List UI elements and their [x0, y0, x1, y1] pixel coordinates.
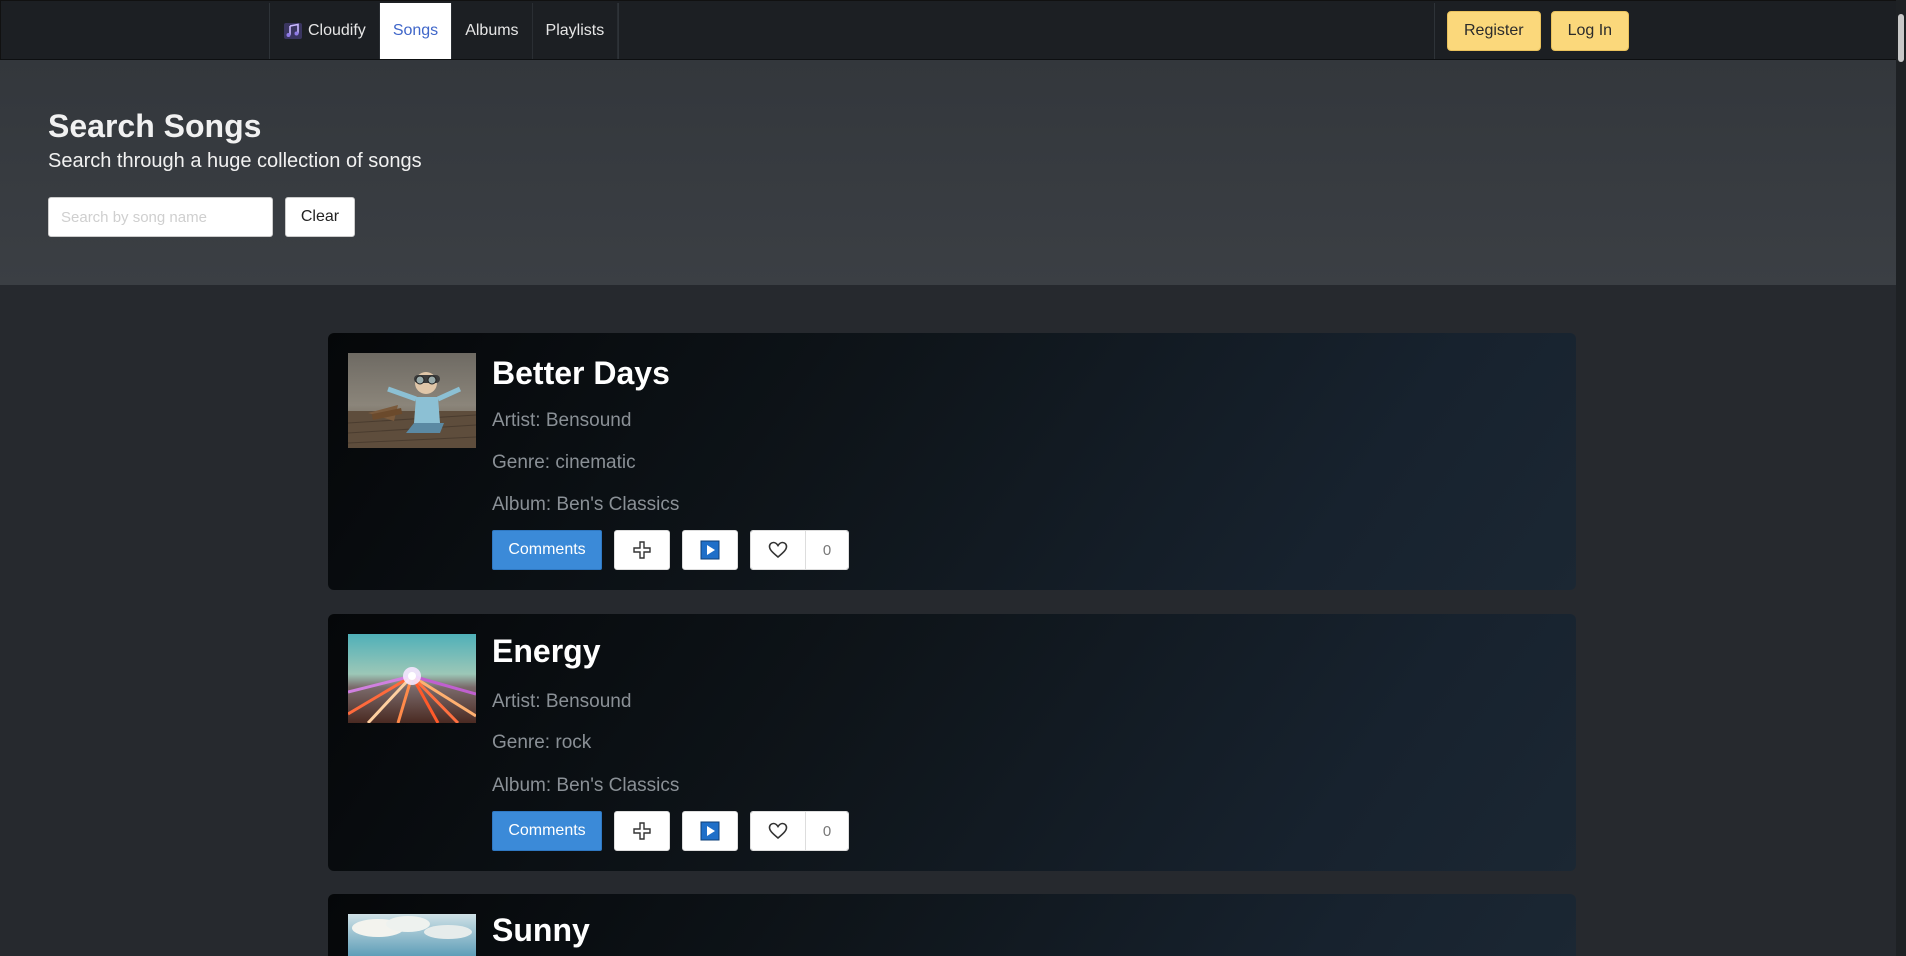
search-hero: Search Songs Search through a huge colle… [0, 60, 1906, 285]
play-icon [700, 821, 720, 841]
heart-icon [768, 822, 788, 840]
plus-icon [633, 822, 651, 840]
nav-links: Cloudify Songs Albums Playlists [269, 3, 620, 59]
song-title: Sunny [492, 912, 590, 948]
brand-label: Cloudify [308, 22, 366, 39]
page-scrollbar[interactable] [1896, 0, 1906, 956]
brand-link[interactable]: Cloudify [270, 3, 380, 59]
page-subtitle: Search through a huge collection of song… [48, 150, 422, 172]
like-control: 0 [750, 530, 849, 570]
song-cover-image [348, 353, 476, 448]
add-to-playlist-button[interactable] [614, 530, 670, 570]
song-artist: Artist: Bensound [492, 691, 632, 712]
song-actions: Comments 0 [492, 811, 849, 851]
like-count: 0 [806, 812, 848, 850]
search-input[interactable] [48, 197, 273, 237]
song-card: Energy Artist: Bensound Genre: rock Albu… [328, 614, 1576, 871]
song-album: Album: Ben's Classics [492, 775, 680, 796]
play-button[interactable] [682, 530, 738, 570]
song-genre: Genre: cinematic [492, 452, 636, 473]
song-artist: Artist: Bensound [492, 410, 632, 431]
like-control: 0 [750, 811, 849, 851]
heart-icon [768, 541, 788, 559]
song-title: Energy [492, 633, 601, 669]
music-note-icon [284, 23, 302, 39]
scrollbar-thumb[interactable] [1898, 14, 1904, 62]
comments-button[interactable]: Comments [492, 811, 602, 851]
page-title: Search Songs [48, 108, 262, 144]
play-button[interactable] [682, 811, 738, 851]
comments-button[interactable]: Comments [492, 530, 602, 570]
clear-button[interactable]: Clear [285, 197, 355, 237]
song-cover-image [348, 634, 476, 723]
like-button[interactable] [751, 531, 806, 569]
song-genre: Genre: rock [492, 732, 592, 753]
tab-albums[interactable]: Albums [452, 3, 533, 59]
tab-songs[interactable]: Songs [379, 3, 453, 59]
top-navbar: Cloudify Songs Albums Playlists Register… [0, 0, 1906, 60]
register-button[interactable]: Register [1447, 11, 1541, 51]
song-card: Better Days Artist: Bensound Genre: cine… [328, 333, 1576, 590]
like-button[interactable] [751, 812, 806, 850]
song-title: Better Days [492, 355, 670, 391]
song-card: Sunny [328, 894, 1576, 956]
song-album: Album: Ben's Classics [492, 494, 680, 515]
auth-buttons: Register Log In [1434, 3, 1630, 59]
song-cover-image [348, 914, 476, 956]
tab-playlists[interactable]: Playlists [533, 3, 619, 59]
song-actions: Comments 0 [492, 530, 849, 570]
plus-icon [633, 541, 651, 559]
add-to-playlist-button[interactable] [614, 811, 670, 851]
like-count: 0 [806, 531, 848, 569]
play-icon [700, 540, 720, 560]
login-button[interactable]: Log In [1550, 11, 1630, 51]
